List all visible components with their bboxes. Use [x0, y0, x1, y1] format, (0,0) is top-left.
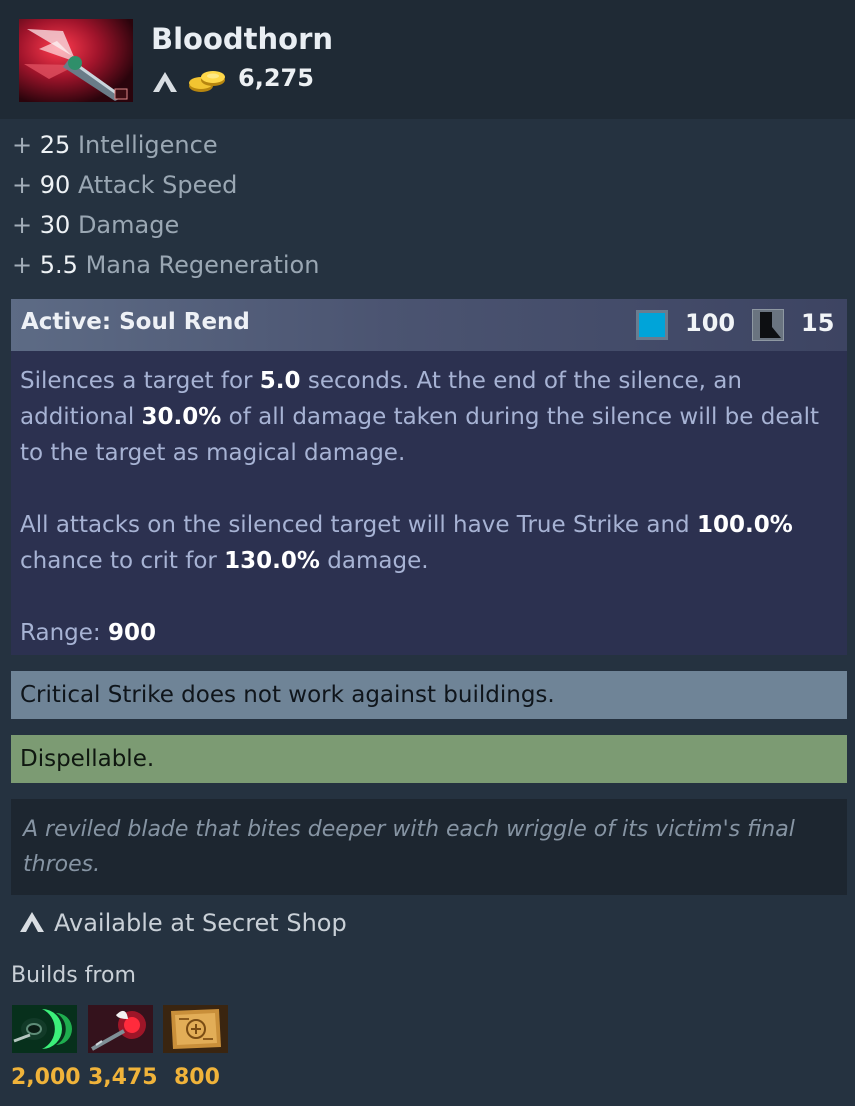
ability-range: Range: 900	[20, 620, 156, 646]
critical-strike-note: Critical Strike does not work against bu…	[11, 671, 847, 719]
attribute-plus: +	[12, 211, 33, 239]
secret-shop-icon	[153, 72, 177, 96]
attribute-plus: +	[12, 171, 33, 199]
attribute-value: 90	[39, 171, 71, 199]
component-recipe[interactable]	[163, 1005, 228, 1053]
item-lore: A reviled blade that bites deeper with e…	[11, 799, 847, 895]
recipe-scroll-icon	[163, 1005, 228, 1053]
attribute-value: 5.5	[39, 251, 78, 279]
component-cost: 3,475	[88, 1065, 158, 1090]
attribute-row: + 90 Attack Speed	[12, 167, 319, 207]
item-name: Bloodthorn	[151, 22, 334, 56]
attribute-plus: +	[12, 251, 33, 279]
active-ability-description: Silences a target for 5.0 seconds. At th…	[20, 363, 840, 651]
attribute-name: Mana Regeneration	[85, 251, 320, 279]
active-ability-title: Active: Soul Rend	[21, 309, 250, 335]
description-paragraph-2: All attacks on the silenced target will …	[20, 512, 793, 574]
component-cost: 2,000	[11, 1065, 81, 1090]
attribute-plus: +	[12, 131, 33, 159]
cooldown-icon	[752, 309, 784, 341]
component-orchid-malevolence[interactable]	[88, 1005, 153, 1053]
attribute-row: + 25 Intelligence	[12, 127, 319, 167]
attribute-value: 30	[39, 211, 71, 239]
item-cost: 6,275	[238, 64, 314, 92]
gold-coins-icon	[187, 68, 227, 98]
attribute-row: + 30 Damage	[12, 207, 319, 247]
attribute-list: + 25 Intelligence + 90 Attack Speed + 30…	[12, 127, 319, 287]
bloodthorn-item-icon	[19, 19, 133, 102]
attribute-name: Intelligence	[77, 131, 218, 159]
orchid-malevolence-icon	[88, 1005, 153, 1053]
availability-row: Available at Secret Shop	[20, 905, 347, 941]
component-hyperstone[interactable]	[12, 1005, 77, 1053]
cooldown-value: 15	[801, 309, 835, 337]
attribute-name: Attack Speed	[77, 171, 238, 199]
active-ability-panel: Active: Soul Rend 100 15 Silences a targ…	[11, 299, 847, 655]
builds-from-label: Builds from	[11, 963, 136, 988]
attribute-name: Damage	[77, 211, 180, 239]
dispellable-note: Dispellable.	[11, 735, 847, 783]
component-cost: 800	[174, 1065, 220, 1090]
attribute-row: + 5.5 Mana Regeneration	[12, 247, 319, 287]
attribute-value: 25	[39, 131, 71, 159]
availability-text: Available at Secret Shop	[54, 909, 347, 937]
item-header: Bloodthorn 6,275	[0, 0, 855, 119]
hyperstone-icon	[12, 1005, 77, 1053]
secret-shop-icon	[20, 906, 44, 942]
mana-cost-value: 100	[685, 309, 736, 337]
active-ability-header: Active: Soul Rend 100 15	[11, 299, 847, 351]
mana-cost-icon	[636, 310, 668, 340]
description-paragraph-1: Silences a target for 5.0 seconds. At th…	[20, 368, 819, 466]
